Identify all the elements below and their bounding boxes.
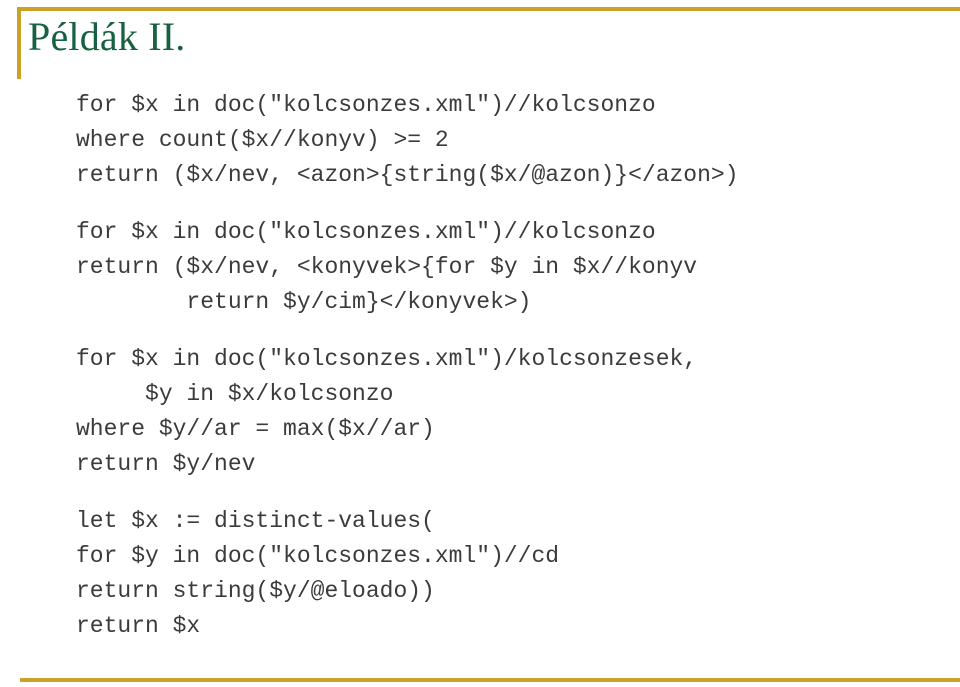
code-line: return $y/cim}</konyvek>): [76, 289, 532, 315]
bottom-gold-rule: [20, 678, 960, 682]
code-line: return string($y/@eloado)): [76, 578, 435, 604]
slide: Példák II. for $x in doc("kolcsonzes.xml…: [0, 0, 960, 687]
code-block-query-1: for $x in doc("kolcsonzes.xml")//kolcson…: [76, 88, 944, 193]
top-gold-rule: [17, 7, 960, 11]
code-line: where count($x//konyv) >= 2: [76, 127, 449, 153]
code-block-query-2: for $x in doc("kolcsonzes.xml")//kolcson…: [76, 215, 944, 320]
code-line: return ($x/nev, <konyvek>{for $y in $x//…: [76, 254, 698, 280]
code-line: let $x := distinct-values(: [76, 508, 435, 534]
code-block-query-4: let $x := distinct-values( for $y in doc…: [76, 504, 944, 644]
code-line: for $x in doc("kolcsonzes.xml")/kolcsonz…: [76, 346, 698, 372]
code-line: for $x in doc("kolcsonzes.xml")//kolcson…: [76, 219, 656, 245]
code-block-query-3: for $x in doc("kolcsonzes.xml")/kolcsonz…: [76, 342, 944, 482]
page-title: Példák II.: [28, 14, 186, 59]
left-gold-rule: [17, 7, 21, 79]
code-line: for $x in doc("kolcsonzes.xml")//kolcson…: [76, 92, 656, 118]
code-line: return $y/nev: [76, 451, 256, 477]
code-line: for $y in doc("kolcsonzes.xml")//cd: [76, 543, 560, 569]
code-line: where $y//ar = max($x//ar): [76, 416, 435, 442]
code-line: return $x: [76, 613, 201, 639]
code-line: return ($x/nev, <azon>{string($x/@azon)}…: [76, 162, 739, 188]
code-area: for $x in doc("kolcsonzes.xml")//kolcson…: [76, 88, 944, 644]
code-line: $y in $x/kolcsonzo: [76, 381, 394, 407]
